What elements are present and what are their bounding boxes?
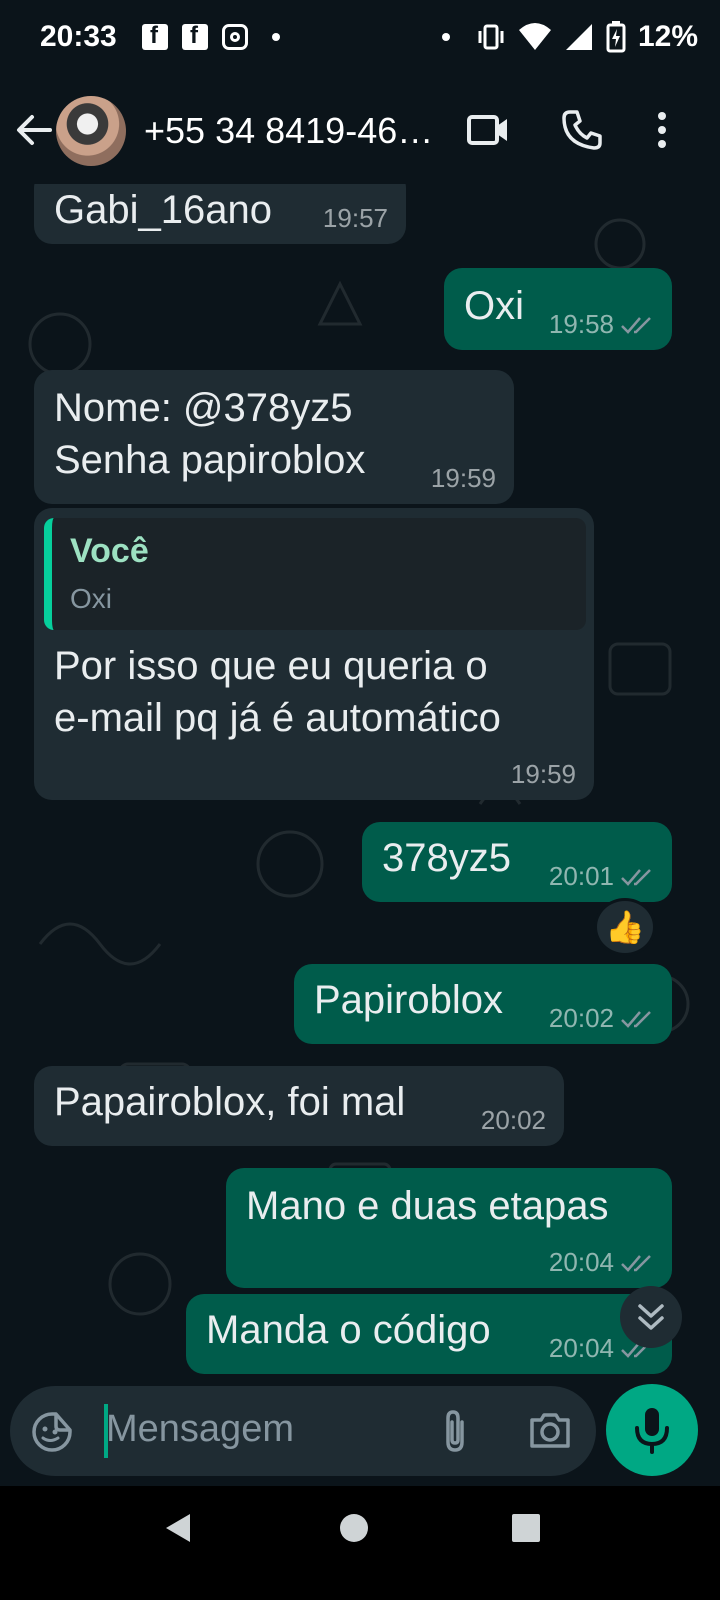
chat-header: +55 34 8419-46…	[0, 80, 720, 184]
message-composer[interactable]: Mensagem	[10, 1386, 596, 1476]
contact-name[interactable]: +55 34 8419-46…	[144, 110, 433, 152]
scroll-to-bottom-button[interactable]	[620, 1286, 682, 1348]
facebook-icon	[182, 22, 208, 50]
read-ticks-icon	[621, 1254, 651, 1272]
instagram-icon	[222, 24, 248, 50]
message-incoming[interactable]: Nome: @378yz5 Senha papiroblox 19:59	[34, 370, 514, 504]
quoted-message[interactable]: Você Oxi	[44, 518, 586, 630]
reaction-badge[interactable]: 👍	[594, 898, 656, 956]
message-text: Papairoblox, foi mal	[54, 1080, 406, 1124]
nav-recents-icon[interactable]	[508, 1510, 544, 1546]
signal-icon	[565, 24, 592, 50]
message-outgoing[interactable]: Papiroblox 20:02	[294, 964, 672, 1044]
quote-text: Oxi	[70, 583, 112, 614]
nav-back-icon[interactable]	[160, 1510, 196, 1546]
message-time: 20:02	[480, 1105, 546, 1135]
message-time: 20:02	[548, 1003, 614, 1033]
message-incoming[interactable]: Papairoblox, foi mal 20:02	[34, 1066, 564, 1146]
message-time: 20:04	[548, 1333, 614, 1363]
message-time: 19:58	[548, 309, 614, 339]
vibrate-icon	[478, 24, 504, 50]
message-outgoing[interactable]: 378yz5 20:01	[362, 822, 672, 902]
more-options-icon[interactable]	[652, 108, 672, 152]
message-text-line: e-mail pq já é automático	[54, 696, 501, 740]
notification-dot	[272, 33, 280, 41]
voice-message-button[interactable]	[606, 1384, 698, 1476]
message-incoming[interactable]: Gabi_16ano 19:57	[34, 184, 406, 244]
back-arrow-icon[interactable]	[14, 110, 54, 150]
battery-charging-icon	[606, 21, 626, 53]
message-outgoing[interactable]: Manda o código 20:04	[186, 1294, 672, 1374]
message-text-line: Por isso que eu queria o	[54, 644, 488, 688]
message-incoming-reply[interactable]: Você Oxi Por isso que eu queria o e-mail…	[34, 508, 594, 800]
notification-dot	[441, 33, 450, 41]
read-ticks-icon	[621, 868, 651, 886]
chat-area[interactable]: Gabi_16ano 19:57 Oxi 19:58 Nome: @378yz5…	[0, 184, 720, 1384]
camera-icon[interactable]	[528, 1410, 572, 1450]
message-outgoing[interactable]: Oxi 19:58	[444, 268, 672, 350]
sticker-icon[interactable]	[30, 1410, 74, 1454]
double-chevron-down-icon	[638, 1304, 664, 1330]
message-time: 19:57	[322, 203, 388, 233]
avatar[interactable]	[56, 96, 126, 166]
video-call-icon[interactable]	[466, 108, 510, 152]
system-navigation-bar	[0, 1486, 720, 1600]
message-time: 20:04	[548, 1247, 614, 1277]
message-time: 20:01	[548, 861, 614, 891]
message-outgoing[interactable]: Mano e duas etapas 20:04	[226, 1168, 672, 1288]
read-ticks-icon	[621, 1010, 651, 1028]
read-ticks-icon	[621, 316, 651, 334]
message-time: 19:59	[430, 463, 496, 493]
message-time: 19:59	[510, 759, 576, 789]
status-bar: 20:33 12%	[0, 0, 720, 80]
message-input[interactable]: Mensagem	[106, 1408, 294, 1451]
facebook-icon	[142, 22, 168, 50]
nav-home-icon[interactable]	[336, 1510, 372, 1546]
message-text: Mano e duas etapas	[246, 1184, 609, 1228]
status-time: 20:33	[40, 20, 117, 53]
wifi-icon	[518, 23, 551, 50]
message-text-line: Nome: @378yz5	[54, 386, 353, 430]
phone-call-icon[interactable]	[560, 108, 604, 152]
battery-percent: 12%	[637, 20, 698, 53]
attach-icon[interactable]	[440, 1408, 470, 1454]
mic-icon	[635, 1408, 669, 1454]
quote-author: Você	[70, 532, 149, 570]
message-text-line: Senha papiroblox	[54, 438, 366, 482]
